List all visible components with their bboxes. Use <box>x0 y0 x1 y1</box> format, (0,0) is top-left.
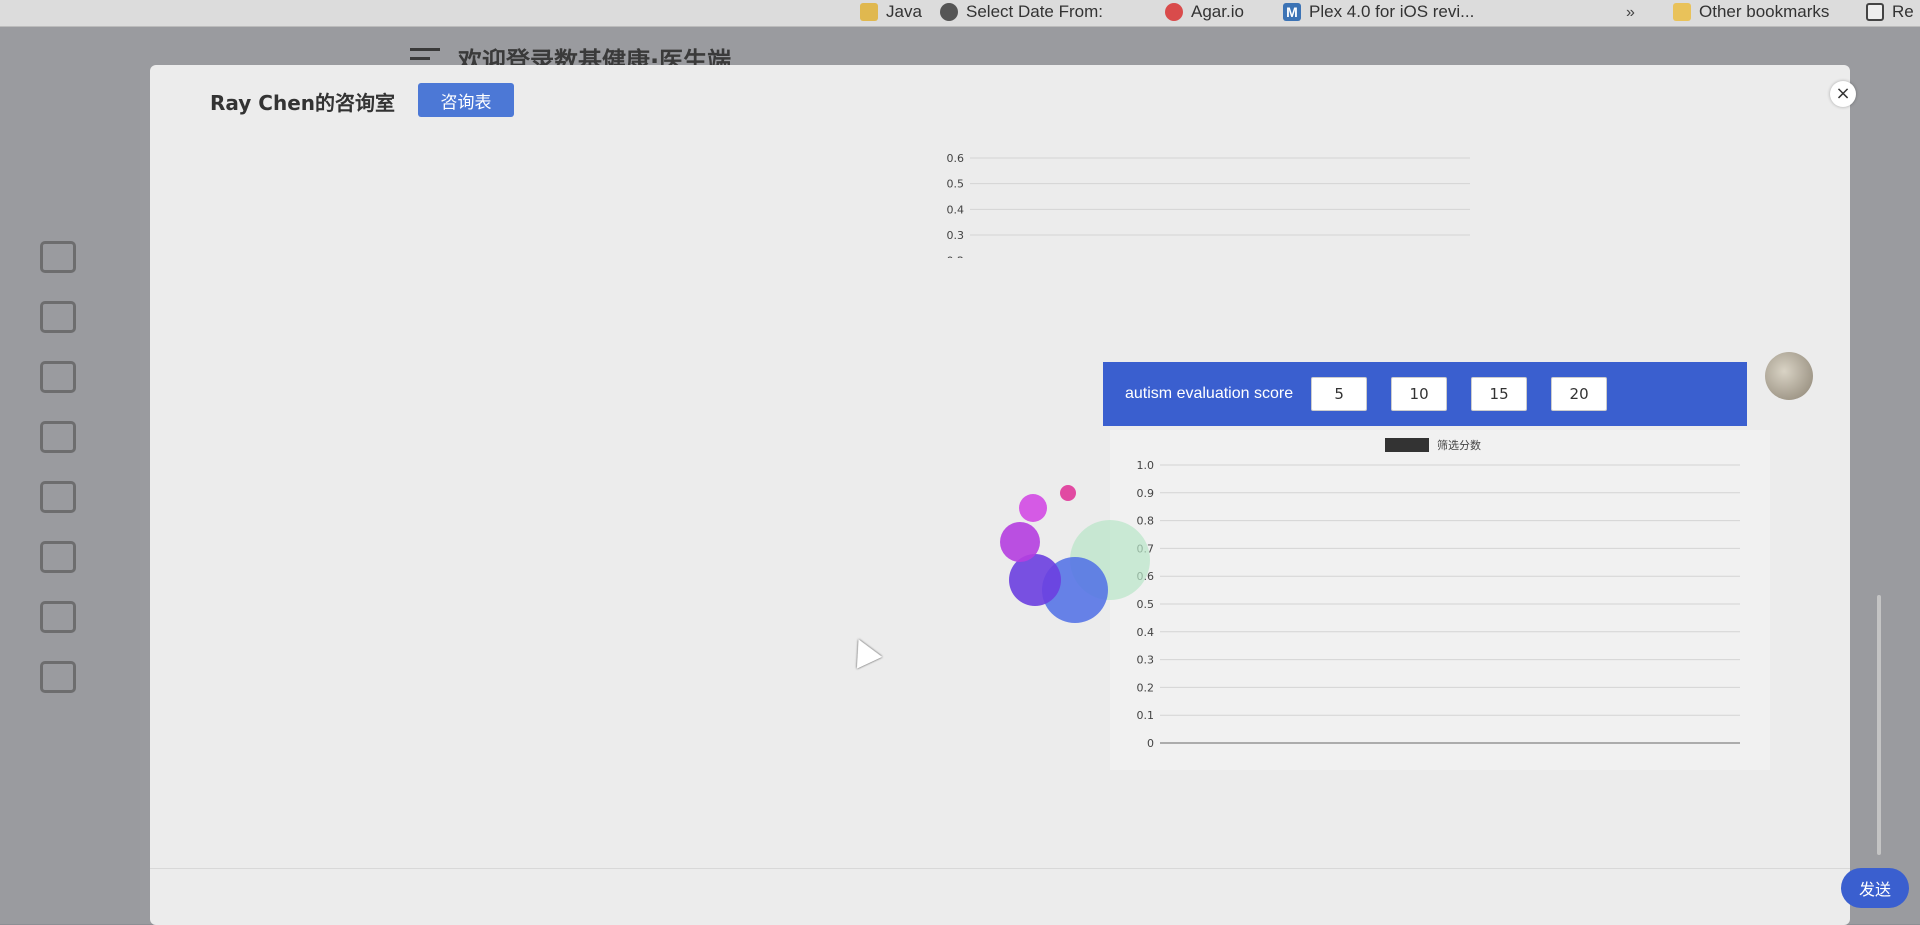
send-button[interactable]: 发送 <box>1841 868 1909 908</box>
y-tick-label: 0.3 <box>1137 654 1155 667</box>
bookmark-item[interactable]: M Plex 4.0 for iOS revi... <box>1283 2 1474 22</box>
bookmark-icon: M <box>1283 3 1301 21</box>
bubble <box>1060 485 1076 501</box>
legend-label: 筛选分数 <box>1437 438 1481 452</box>
bookmark-label: Select Date From: <box>966 2 1103 21</box>
bookmark-label: Plex 4.0 for iOS revi... <box>1309 2 1475 21</box>
bubble <box>1000 522 1040 562</box>
loading-bubbles <box>1000 485 1150 623</box>
consult-icon <box>40 421 76 453</box>
y-tick-label: 0.6 <box>947 152 965 165</box>
bookmark-label: Agar.io <box>1191 2 1244 21</box>
bookmark-item[interactable]: Re <box>1866 2 1914 22</box>
consult-form-tab[interactable]: 咨询表 <box>418 83 514 117</box>
chart-bottom: 1.00.90.80.70.60.50.40.30.20.10筛选分数 <box>1110 430 1770 770</box>
y-tick-label: 0.5 <box>947 178 965 191</box>
sidebar-item[interactable] <box>40 227 160 287</box>
bookmark-label: Other bookmarks <box>1699 2 1830 21</box>
y-tick-label: 0.2 <box>947 255 965 258</box>
bookmark-icon <box>1165 3 1183 21</box>
bookmark-icon <box>860 3 878 21</box>
clipboard-icon <box>40 481 76 513</box>
note-icon <box>40 541 76 573</box>
y-tick-label: 0.3 <box>947 229 965 242</box>
bookmark-label: Java <box>886 2 922 21</box>
chart-top: 0.60.50.40.30.20.10 <box>947 152 1470 258</box>
y-tick-label: 0.4 <box>947 203 965 216</box>
document-icon <box>40 601 76 633</box>
y-tick-label: 0.2 <box>1137 681 1155 694</box>
bookmarks-bar: Java Select Date From: Agar.io M Plex 4.0 fo… <box>0 0 1920 27</box>
score-option-20[interactable]: 20 <box>1551 377 1608 411</box>
scrollbar[interactable] <box>1877 595 1881 855</box>
bookmark-icon <box>1673 3 1691 21</box>
bookmark-icon <box>1866 3 1884 21</box>
score-option-10[interactable]: 10 <box>1391 377 1448 411</box>
mail-icon <box>40 661 76 693</box>
bubble <box>1009 554 1061 606</box>
y-tick-label: 0.1 <box>1137 709 1155 722</box>
more-bookmarks-icon[interactable]: » <box>1626 4 1635 22</box>
y-tick-label: 0 <box>1147 737 1154 750</box>
score-option-5[interactable]: 5 <box>1311 377 1368 411</box>
bookmark-label: Re <box>1892 2 1914 21</box>
sidebar <box>40 227 160 707</box>
bookmark-item[interactable]: Other bookmarks <box>1673 2 1829 22</box>
close-icon[interactable]: × <box>1830 81 1856 107</box>
score-filter-bar: autism evaluation score 5 10 15 20 <box>1103 362 1747 426</box>
modal-title: Ray Chen的咨询室 <box>210 91 395 115</box>
sidebar-item[interactable] <box>40 467 160 527</box>
sidebar-item[interactable] <box>40 407 160 467</box>
bookmark-item[interactable]: Select Date From: <box>940 2 1103 22</box>
sidebar-item[interactable] <box>40 287 160 347</box>
score-filter-label: autism evaluation score <box>1125 385 1294 402</box>
bookmark-item[interactable]: Agar.io <box>1165 2 1244 22</box>
composer-divider <box>150 868 1850 869</box>
sidebar-item[interactable] <box>40 347 160 407</box>
bubble <box>1019 494 1047 522</box>
legend-swatch <box>1385 438 1429 452</box>
chart-icon <box>40 241 76 273</box>
group-icon <box>40 361 76 393</box>
sidebar-item[interactable] <box>40 587 160 647</box>
users-icon <box>40 301 76 333</box>
sidebar-item[interactable] <box>40 647 160 707</box>
bookmark-icon <box>940 3 958 21</box>
score-option-15[interactable]: 15 <box>1471 377 1528 411</box>
bookmark-item[interactable]: Java <box>860 2 922 22</box>
avatar <box>1765 352 1813 400</box>
sidebar-item[interactable] <box>40 527 160 587</box>
